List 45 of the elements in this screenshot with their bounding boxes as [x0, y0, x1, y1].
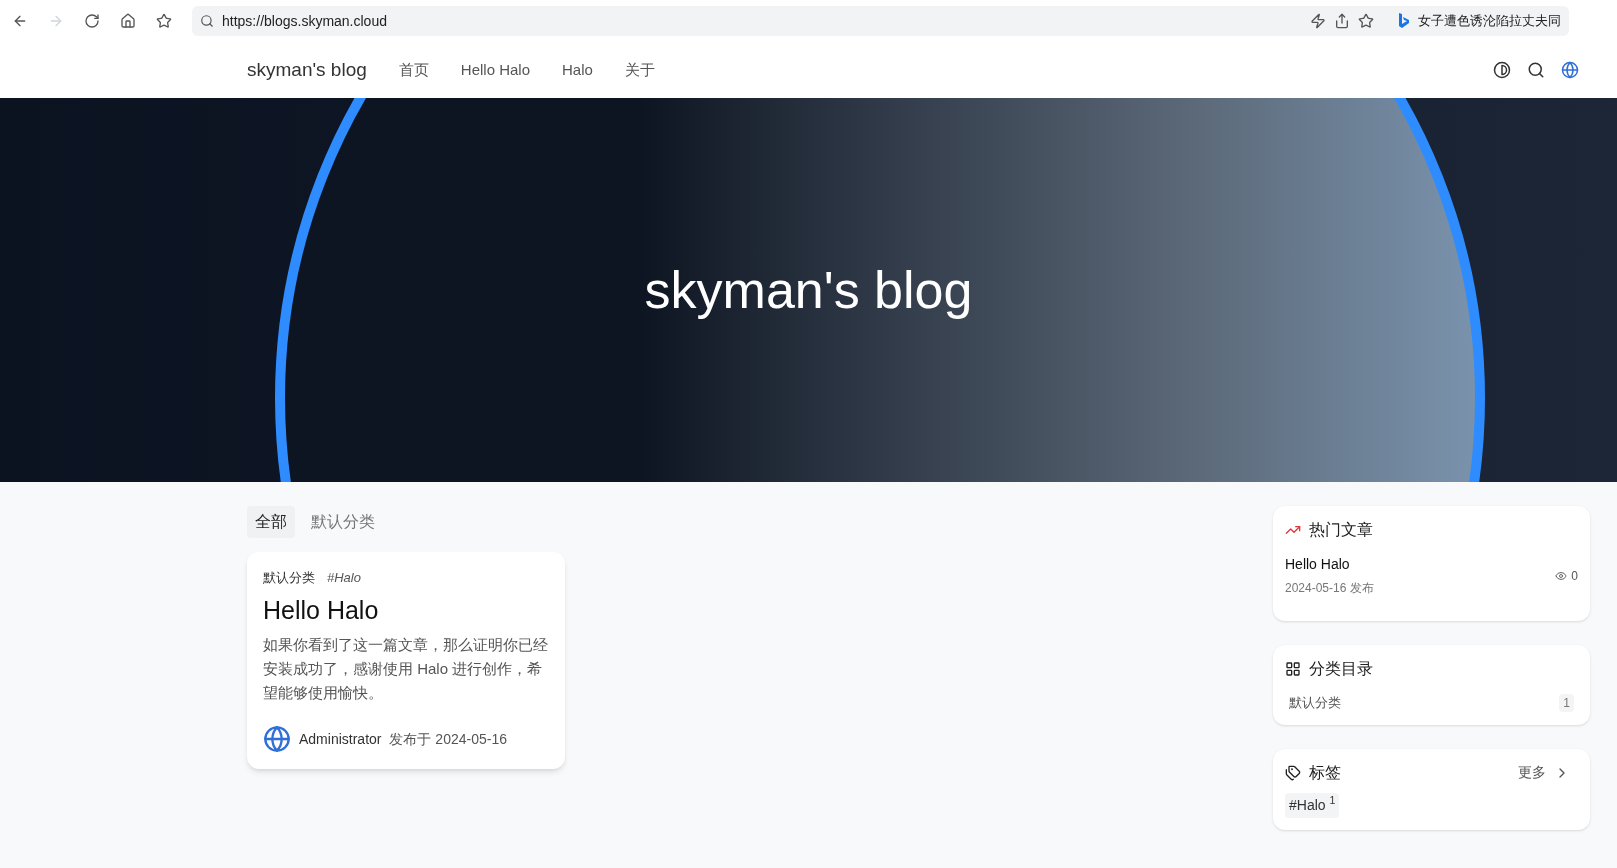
site-brand[interactable]: skyman's blog	[247, 55, 367, 85]
author-name[interactable]: Administrator	[299, 728, 382, 750]
address-bar[interactable]: https://blogs.skyman.cloud 女子遭色诱沦陷拉丈夫同	[192, 6, 1569, 36]
search-icon	[200, 14, 214, 28]
hot-post-title[interactable]: Hello Halo	[1285, 554, 1556, 575]
view-count: 0	[1571, 567, 1578, 585]
theme-toggle-icon[interactable]	[1493, 61, 1511, 79]
back-icon[interactable]	[12, 13, 28, 29]
search-icon[interactable]	[1527, 61, 1545, 79]
author-avatar-icon	[263, 725, 291, 753]
nav-link[interactable]: Halo	[562, 58, 593, 82]
category-count: 1	[1559, 693, 1574, 712]
widget-title: 分类目录	[1309, 659, 1373, 679]
favorite-icon[interactable]	[156, 13, 172, 29]
share-icon[interactable]	[1334, 13, 1350, 29]
nav-link[interactable]: 首页	[398, 58, 429, 82]
widget-title: 热门文章	[1309, 520, 1373, 540]
category-tab[interactable]: 全部	[247, 506, 295, 538]
hot-post-date: 2024-05-16 发布	[1285, 580, 1375, 597]
views-icon	[1555, 569, 1568, 582]
grid-icon	[1285, 661, 1301, 677]
nav-link[interactable]: Hello Halo	[460, 58, 530, 82]
post-category[interactable]: 默认分类	[263, 568, 315, 588]
lightning-icon[interactable]	[1310, 13, 1326, 29]
nav-link[interactable]: 关于	[624, 58, 655, 82]
url-text: https://blogs.skyman.cloud	[222, 11, 387, 31]
b-logo-icon[interactable]	[1398, 13, 1410, 29]
news-headline[interactable]: 女子遭色诱沦陷拉丈夫同	[1418, 11, 1561, 31]
tags-icon	[1285, 764, 1301, 781]
bookmark-icon[interactable]	[1358, 13, 1374, 29]
category-item[interactable]: 默认分类 1	[1285, 693, 1578, 713]
post-excerpt: 如果你看到了这一篇文章，那么证明你已经安装成功了，感谢使用 Halo 进行创作，希望能够使用愉快。	[263, 635, 549, 703]
post-card[interactable]: 默认分类 #Halo Hello Halo 如果你看到了这一篇文章，那么证明你已经安装成功了，感谢使用 Halo 进行创作，希望能够使用愉快。 Administrator 发布于 2024-05-16	[247, 552, 565, 769]
reload-icon[interactable]	[84, 13, 100, 29]
tag-chip[interactable]: #Halo $^{1}$	[1285, 792, 1340, 818]
globe-icon[interactable]	[1561, 61, 1579, 79]
post-date: 发布于 2024-05-16	[389, 729, 507, 749]
widget-title: 标签	[1309, 762, 1341, 783]
category-tab[interactable]: 默认分类	[303, 506, 383, 538]
hero-title: skyman's blog	[644, 260, 973, 321]
home-icon[interactable]	[120, 13, 136, 29]
more-link[interactable]: 更多	[1518, 762, 1546, 783]
post-title[interactable]: Hello Halo	[263, 591, 549, 629]
post-tag[interactable]: #Halo	[327, 568, 361, 588]
category-name: 默认分类	[1289, 694, 1341, 712]
